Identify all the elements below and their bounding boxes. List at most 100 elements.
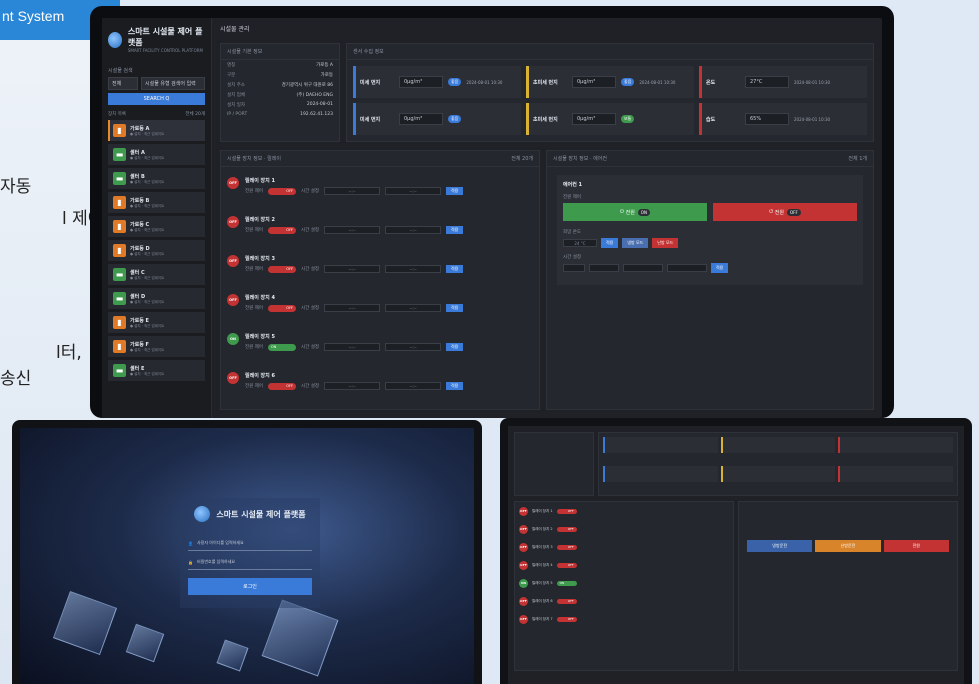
relay-end-time[interactable]: --:-- [385,382,441,390]
filter-search-input[interactable]: 시설물 유형 검색어 입력 [141,77,205,90]
search-button[interactable]: SEARCH Q [108,93,205,105]
relay-panel: 시설물 장치 정보 · 릴레이 전체 20개 OFF 릴레이 장치 1 전원 제어 O… [220,150,540,410]
relay-toggle[interactable]: ON [268,343,296,351]
relay-end-time[interactable]: --:-- [385,187,441,195]
relay-toggle[interactable]: OFF [268,187,296,195]
decor-cube [125,623,165,663]
relay-apply-button[interactable]: 적용 [446,265,464,273]
device-list-item[interactable]: ▬ 셸터 E ● 설치 · 최근 업데이트 [108,360,205,381]
relay-start-time[interactable]: --:-- [324,265,380,273]
schedule-mode-select[interactable] [563,264,585,272]
relay-end-time[interactable]: --:-- [385,343,441,351]
schedule-end-input[interactable] [667,264,707,272]
info-key: 설치 일자 [227,103,245,108]
mini-relay-toggle[interactable]: OFF [556,508,577,514]
heat-mode-button[interactable]: 난방 모드 [652,238,679,248]
sensor-name: 미세 먼지 [360,79,381,86]
temp-input[interactable]: 24 °C [563,239,597,247]
relay-toggle[interactable]: OFF [268,304,296,312]
device-list-item[interactable]: ▮ 가로등 A ● 설치 · 최근 업데이트 [108,120,205,141]
relay-start-time[interactable]: --:-- [324,304,380,312]
mini-relay-panel: OFF 릴레이 장치 1 OFF OFF 릴레이 장치 2 OFF OFF 릴레이 장치 3O… [514,501,734,671]
aircon-on-button[interactable]: ⏻ 전원 ON [563,203,707,221]
aircon-off-button[interactable]: ⏻ 전원 OFF [713,203,857,221]
schedule-temp-input[interactable] [589,264,619,272]
relay-body: 릴레이 장치 3 전원 제어 OFF 시간 설정 --:-- --:-- 적용 [245,255,529,280]
relay-time-label: 시간 설정 [301,267,319,272]
device-name: 가로등 B [130,197,150,204]
relay-body: 릴레이 장치 5 전원 제어 ON 시간 설정 --:-- --:-- 적용 [245,333,529,358]
lamp-icon: ▮ [113,196,126,209]
relay-apply-button[interactable]: 적용 [446,187,464,195]
relay-apply-button[interactable]: 적용 [446,343,464,351]
mini-relay-name: 릴레이 장치 5 [532,580,553,585]
login-password-field[interactable]: 🔒 비밀번호를 입력하세요 [188,555,312,570]
sensor-title: 센서 수집 정보 [347,44,873,60]
device-list-item[interactable]: ▮ 가로등 F ● 설치 · 최근 업데이트 [108,336,205,357]
device-name: 가로등 F [130,341,149,348]
relay-toggle[interactable]: OFF [268,265,296,273]
mini-relay-item: OFF 릴레이 장치 2 OFF [515,520,733,538]
mini-power-button[interactable]: 전원 [883,540,949,552]
mini-relay-toggle[interactable]: OFF [556,526,577,532]
schedule-label: 시간 설정 [563,255,581,260]
cool-mode-button[interactable]: 냉방 모드 [622,238,649,248]
device-list-item[interactable]: ▬ 셸터 B ● 설치 · 최근 업데이트 [108,168,205,189]
sensor-value: 27°C [745,76,789,88]
relay-start-time[interactable]: --:-- [324,187,380,195]
relay-apply-button[interactable]: 적용 [446,304,464,312]
mini-cool-button[interactable]: 냉방운전 [747,540,813,552]
sensor-name: 초미세 먼지 [533,116,558,123]
mini-relay-toggle[interactable]: OFF [556,544,577,550]
relay-start-time[interactable]: --:-- [324,343,380,351]
relay-start-time[interactable]: --:-- [324,226,380,234]
mini-relay-item: OFF 릴레이 장치 3 OFF [515,538,733,556]
filter-type-select[interactable]: 전체 [108,77,138,90]
info-key: 설치 주소 [227,83,245,88]
mini-relay-toggle[interactable]: OFF [556,598,577,604]
sensor-card: 미세 먼지 0μg/m³ 좋음 [353,103,521,135]
mini-relay-toggle[interactable]: OFF [556,616,577,622]
relay-power-label: 전원 제어 [245,306,263,311]
relay-end-time[interactable]: --:-- [385,226,441,234]
login-button[interactable]: 로그인 [188,578,312,595]
temp-apply-button[interactable]: 적용 [601,238,619,248]
schedule-start-input[interactable] [623,264,663,272]
mini-heat-button[interactable]: 난방운전 [815,540,881,552]
bus-shelter-icon: ▬ [113,292,126,305]
relay-state-badge: OFF [227,255,239,267]
device-list-item[interactable]: ▮ 가로등 B ● 설치 · 최근 업데이트 [108,192,205,213]
login-id-field[interactable]: 👤 사용자 아이디를 입력하세요 [188,536,312,551]
mini-relay-badge: OFF [519,614,528,624]
relay-start-time[interactable]: --:-- [324,382,380,390]
lamp-icon: ▮ [113,244,126,257]
relay-toggle[interactable]: OFF [268,226,296,234]
device-list-item[interactable]: ▬ 셸터 A ● 설치 · 최근 업데이트 [108,144,205,165]
device-list-item[interactable]: ▬ 셸터 D ● 설치 · 최근 업데이트 [108,288,205,309]
sensor-badge: 좋음 [448,78,462,86]
device-list-item[interactable]: ▮ 가로등 C ● 설치 · 최근 업데이트 [108,216,205,237]
sensor-time: 2024-08-01 10:30 [639,79,676,85]
relay-apply-button[interactable]: 적용 [446,226,464,234]
sensor-card: 미세 먼지 0μg/m³ 좋음 2024-08-01 10:30 [353,66,521,98]
mini-relay-toggle[interactable]: OFF [556,562,577,568]
device-list-item[interactable]: ▮ 가로등 E ● 설치 · 최근 업데이트 [108,312,205,333]
relay-row: 전원 제어 ON 시간 설정 --:-- --:-- 적용 [245,343,529,351]
sensor-name: 미세 먼지 [360,116,381,123]
mini-relay-toggle[interactable]: ON [556,580,577,586]
mini-info-panel [514,432,594,496]
device-list-item[interactable]: ▮ 가로등 D ● 설치 · 최근 업데이트 [108,240,205,261]
device-list-item[interactable]: ▬ 셸터 C ● 설치 · 최근 업데이트 [108,264,205,285]
relay-name: 릴레이 장치 2 [245,217,275,223]
relay-name: 릴레이 장치 1 [245,178,275,184]
device-name: 셸터 A [130,149,145,156]
relay-end-time[interactable]: --:-- [385,265,441,273]
schedule-apply-button[interactable]: 적용 [711,263,729,273]
relay-toggle[interactable]: OFF [268,382,296,390]
aircon-on-label: 전원 [625,209,635,216]
relay-apply-button[interactable]: 적용 [446,382,464,390]
relay-end-time[interactable]: --:-- [385,304,441,312]
lamp-icon: ▮ [113,340,126,353]
bus-shelter-icon: ▬ [113,268,126,281]
device-list: ▮ 가로등 A ● 설치 · 최근 업데이트 ▬ 셸터 A ● 설치 · 최근 업데이트 ▬… [108,120,205,381]
